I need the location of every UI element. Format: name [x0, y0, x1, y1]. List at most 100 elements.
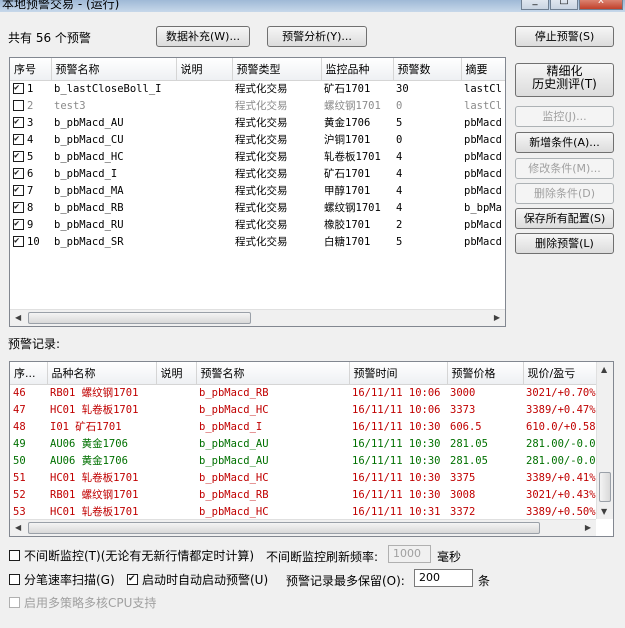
alert-row[interactable]: 5b_pbMacd_HC 程式化交易 轧卷板1701 4 pbMacd — [10, 148, 505, 165]
scroll-thumb[interactable] — [28, 312, 251, 324]
checkbox-box[interactable] — [9, 574, 20, 585]
monitor-button[interactable]: 监控(J)... — [515, 106, 614, 127]
record-index-cell: 53 — [13, 505, 26, 518]
enable-checkbox[interactable] — [13, 133, 24, 145]
col-alert-type[interactable]: 预警类型 — [232, 58, 322, 81]
alert-row[interactable]: 2 test3 程式化交易 螺纹钢1701 0 lastCl — [10, 97, 505, 114]
scroll-down-icon[interactable]: ▼ — [601, 507, 607, 516]
vscroll-thumb[interactable] — [599, 472, 611, 502]
rec-col-price[interactable]: 预警价格 — [447, 362, 524, 385]
data-supplement-button[interactable]: 数据补充(W)... — [156, 26, 250, 47]
alert-index-cell[interactable]: 1 — [10, 80, 51, 97]
alert-analysis-button[interactable]: 预警分析(Y)... — [267, 26, 367, 47]
record-pnl-cell: 3021/+0.70% — [526, 386, 596, 399]
alert-type-cell: 程式化交易 — [235, 117, 288, 129]
col-description[interactable]: 说明 — [176, 58, 233, 81]
record-row[interactable]: 48 I01 矿石1701 b_pbMacd_I 16/11/11 10:30 606.… — [10, 418, 598, 435]
scroll-up-icon[interactable]: ▲ — [601, 365, 607, 374]
col-summary[interactable]: 摘要 — [461, 58, 505, 81]
enable-checkbox[interactable] — [13, 116, 24, 128]
delete-alert-button[interactable]: 删除预警(L) — [515, 233, 614, 254]
edit-condition-button[interactable]: 修改条件(M)... — [515, 158, 614, 179]
record-price-cell: 3373 — [450, 403, 476, 416]
alert-row[interactable]: 9b_pbMacd_RU 程式化交易 橡胶1701 2 pbMacd — [10, 216, 505, 233]
close-button[interactable]: x — [579, 0, 623, 10]
records-vscrollbar[interactable]: ▲ ▼ — [596, 362, 613, 519]
enable-checkbox[interactable] — [13, 201, 24, 213]
alert-index-cell[interactable]: 4 — [10, 131, 51, 148]
alert-index-cell[interactable]: 2 — [10, 97, 51, 114]
alert-row[interactable]: 3b_pbMacd_AU 程式化交易 黄金1706 5 pbMacd — [10, 114, 505, 131]
enable-checkbox[interactable] — [13, 150, 24, 162]
record-time-cell: 16/11/11 10:30 — [352, 454, 441, 467]
continuous-monitor-checkbox[interactable]: 不间断监控(T)(无论有无新行情都定时计算) — [9, 547, 254, 564]
alert-name-cell: b_lastCloseBoll_I — [54, 82, 162, 95]
scroll-left-icon[interactable]: ◀ — [15, 523, 21, 532]
maximize-button[interactable]: □ — [550, 0, 578, 10]
max-keep-input[interactable]: 200 — [414, 569, 473, 587]
record-row[interactable]: 49 AU06 黄金1706 b_pbMacd_AU 16/11/11 10:30 28… — [10, 435, 598, 452]
alert-desc-cell — [176, 165, 232, 182]
checkbox-box[interactable] — [127, 574, 138, 585]
record-row[interactable]: 47 HC01 轧卷板1701 b_pbMacd_HC 16/11/11 10:06 3… — [10, 401, 598, 418]
tick-scan-checkbox[interactable]: 分笔速率扫描(G) — [9, 571, 115, 588]
record-row[interactable]: 50 AU06 黄金1706 b_pbMacd_AU 16/11/11 10:30 28… — [10, 452, 598, 469]
rec-col-time[interactable]: 预警时间 — [349, 362, 448, 385]
stop-alert-button[interactable]: 停止预警(S) — [515, 26, 614, 47]
multicore-checkbox[interactable]: 启用多策略多核CPU支持 — [9, 594, 156, 611]
scroll-right-icon[interactable]: ▶ — [494, 313, 500, 322]
record-desc-cell — [156, 452, 196, 469]
alert-row[interactable]: 8b_pbMacd_RB 程式化交易 螺纹钢1701 4 b_bpMa — [10, 199, 505, 216]
rec-col-pnl[interactable]: 现价/盈亏 — [523, 362, 599, 385]
rec-col-index[interactable]: 序... — [10, 362, 48, 385]
auto-start-checkbox[interactable]: 启动时自动启动预警(U) — [127, 571, 268, 588]
alert-symbol-cell: 矿石1701 — [324, 83, 371, 96]
alert-type-cell: 程式化交易 — [235, 219, 288, 231]
enable-checkbox[interactable] — [13, 99, 24, 111]
save-config-button[interactable]: 保存所有配置(S) — [515, 208, 614, 229]
enable-checkbox[interactable] — [13, 218, 24, 230]
record-alert-name-cell: b_pbMacd_RB — [199, 386, 269, 399]
rec-col-description[interactable]: 说明 — [156, 362, 197, 385]
rec-col-symbol[interactable]: 品种名称 — [47, 362, 157, 385]
col-alert-count[interactable]: 预警数 — [393, 58, 462, 81]
alert-row[interactable]: 1b_lastCloseBoll_I 程式化交易 矿石1701 30 lastCl — [10, 80, 505, 97]
minimize-button[interactable]: _ — [521, 0, 549, 10]
enable-checkbox[interactable] — [13, 167, 24, 179]
scroll-left-icon[interactable]: ◀ — [15, 313, 21, 322]
backtest-button[interactable]: 精细化 历史测评(T) — [515, 63, 614, 97]
record-row[interactable]: 53 HC01 轧卷板1701 b_pbMacd_HC 16/11/11 10:31 3… — [10, 503, 598, 520]
col-index[interactable]: 序号 — [10, 58, 52, 81]
alert-index-cell[interactable]: 8 — [10, 199, 51, 216]
alert-row[interactable]: 6b_pbMacd_I 程式化交易 矿石1701 4 pbMacd — [10, 165, 505, 182]
alert-count-cell: 4 — [396, 167, 403, 180]
record-row[interactable]: 46 RB01 螺纹钢1701 b_pbMacd_RB 16/11/11 10:06 3… — [10, 384, 598, 401]
alert-index-cell[interactable]: 6 — [10, 165, 51, 182]
alert-index-cell[interactable]: 9 — [10, 216, 51, 233]
col-symbol[interactable]: 监控品种 — [321, 58, 394, 81]
refresh-rate-input[interactable]: 1000 — [388, 545, 431, 563]
alert-row[interactable]: 10b_pbMacd_SR 程式化交易 白糖1701 5 pbMacd — [10, 233, 505, 250]
rec-col-alert-name[interactable]: 预警名称 — [196, 362, 350, 385]
alert-index-cell[interactable]: 7 — [10, 182, 51, 199]
scroll-right-icon[interactable]: ▶ — [585, 523, 591, 532]
col-alert-name[interactable]: 预警名称 — [51, 58, 177, 81]
add-condition-button[interactable]: 新增条件(A)... — [515, 132, 614, 153]
record-row[interactable]: 52 RB01 螺纹钢1701 b_pbMacd_RB 16/11/11 10:30 3… — [10, 486, 598, 503]
enable-checkbox[interactable] — [13, 235, 24, 247]
alert-index-cell[interactable]: 10 — [10, 233, 51, 250]
delete-condition-button[interactable]: 删除条件(D) — [515, 183, 614, 204]
record-row[interactable]: 51 HC01 轧卷板1701 b_pbMacd_HC 16/11/11 10:30 3… — [10, 469, 598, 486]
checkbox-box[interactable] — [9, 550, 20, 561]
records-hscrollbar[interactable]: ◀ ▶ — [10, 519, 596, 536]
alert-row[interactable]: 4b_pbMacd_CU 程式化交易 沪铜1701 0 pbMacd — [10, 131, 505, 148]
alert-index-cell[interactable]: 5 — [10, 148, 51, 165]
scroll-thumb[interactable] — [28, 522, 540, 534]
alert-desc-cell — [176, 233, 232, 250]
alert-index-cell[interactable]: 3 — [10, 114, 51, 131]
alert-table-hscrollbar[interactable]: ◀ ▶ — [10, 309, 505, 326]
alert-row[interactable]: 7b_pbMacd_MA 程式化交易 甲醇1701 4 pbMacd — [10, 182, 505, 199]
enable-checkbox[interactable] — [13, 184, 24, 196]
checkbox-box[interactable] — [9, 597, 20, 608]
enable-checkbox[interactable] — [13, 82, 24, 94]
